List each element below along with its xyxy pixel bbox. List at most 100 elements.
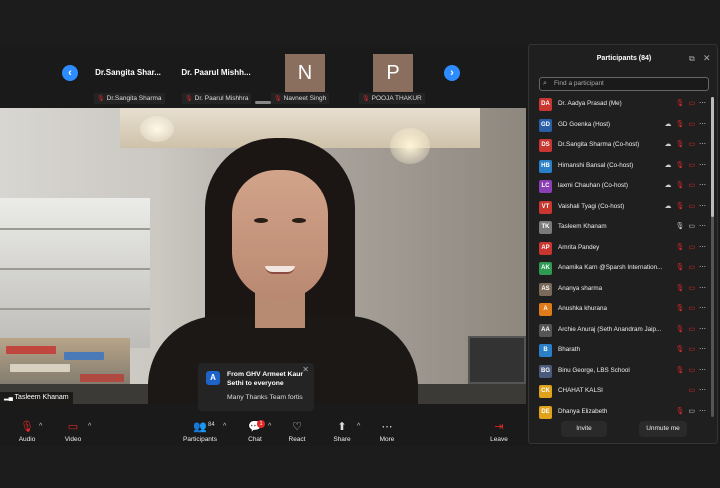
- participants-count: 84: [208, 422, 215, 428]
- more-options-icon[interactable]: ⋯: [699, 100, 706, 107]
- participant-row[interactable]: B Bharath 🎙 ▭ ⋯: [529, 341, 715, 362]
- speaker-video[interactable]: ▂▄ Tasleem Khanam: [0, 108, 526, 404]
- strip-next-button[interactable]: ›: [444, 65, 460, 81]
- participant-name: GD Goenka (Host): [558, 120, 611, 128]
- more-options-icon[interactable]: ⋯: [699, 182, 706, 189]
- more-options-icon[interactable]: ⋯: [699, 141, 706, 148]
- more-options-icon[interactable]: ⋯: [699, 305, 706, 312]
- participant-avatar: BG: [539, 364, 552, 378]
- thumbnail-avatar: N: [285, 54, 325, 92]
- blind-slat: [0, 308, 150, 310]
- audio-label: Audio: [18, 436, 36, 443]
- video-off-icon: ▭: [688, 100, 695, 107]
- leave-label: Leave: [490, 436, 508, 443]
- more-options-icon[interactable]: ⋯: [699, 223, 706, 230]
- thumbnail-name: Dr. Paarul Mishh...: [181, 68, 251, 77]
- participant-row[interactable]: HB Himanshi Bansal (Co-host) ☁ 🎙 ▭ ⋯: [529, 157, 715, 178]
- participant-name: Tasleem Khanam: [558, 223, 607, 230]
- share-button[interactable]: ⬆ Share: [333, 421, 351, 443]
- scrollbar-thumb[interactable]: [711, 97, 714, 217]
- video-off-icon: ▭: [688, 305, 695, 312]
- chat-notification[interactable]: A From GHV Armeet Kaur Sethi to everyone…: [198, 363, 314, 411]
- participant-row[interactable]: TK Tasleem Khanam 🎙 ▭ ⋯: [529, 218, 715, 239]
- thumbnail-label-text: Dr. Paarul Mishhra: [194, 95, 249, 102]
- close-icon[interactable]: ✕: [703, 53, 711, 64]
- participant-name: Archie Anuraj (Seth Anandram Jaip...: [558, 325, 662, 333]
- more-options-icon[interactable]: ⋯: [699, 367, 706, 374]
- mic-muted-icon: 🎙: [675, 243, 685, 251]
- blind-slat: [0, 268, 150, 270]
- video-off-icon: ▭: [688, 387, 695, 394]
- more-icon: ⋯: [381, 421, 393, 433]
- thumbnail-tile[interactable]: N 🎙 Navneet Singh: [265, 52, 345, 104]
- audio-options-caret[interactable]: ^: [39, 423, 42, 430]
- participant-row[interactable]: CK CHAHAT KALSI ▭ ⋯: [529, 382, 715, 403]
- meeting-toolbar: 🎙 Audio ^ ▭ Video ^ 👥 Participants 84 ^ …: [0, 418, 526, 446]
- react-button[interactable]: ♡ React: [288, 421, 306, 443]
- popout-icon[interactable]: ⧉: [689, 54, 695, 64]
- mic-muted-icon: 🎙: [675, 120, 685, 128]
- participant-row[interactable]: DA Dr. Aadya Prasad (Me) 🎙 ▭ ⋯: [529, 95, 715, 116]
- more-options-icon[interactable]: ⋯: [699, 264, 706, 271]
- audio-button[interactable]: 🎙 Audio: [16, 421, 38, 443]
- search-icon: ⌕: [543, 80, 547, 87]
- more-options-icon[interactable]: ⋯: [699, 408, 706, 415]
- more-options-icon[interactable]: ⋯: [699, 285, 706, 292]
- participant-row[interactable]: DE Dhanya Elizabeth 🎙 ▭ ⋯: [529, 403, 715, 424]
- participant-row[interactable]: AS Ananya sharma 🎙 ▭ ⋯: [529, 280, 715, 301]
- chat-sender-avatar: A: [206, 371, 220, 385]
- chat-options-caret[interactable]: ^: [268, 423, 271, 430]
- more-button[interactable]: ⋯ More: [378, 421, 396, 443]
- mic-off-icon: 🎙: [274, 96, 282, 102]
- video-on-icon: ▭: [688, 407, 695, 415]
- participant-name: Anamika Karn @Sparsh Internation...: [558, 264, 663, 271]
- mic-off-icon: 🎙: [97, 96, 105, 102]
- participant-row[interactable]: AK Anamika Karn @Sparsh Internation... 🎙 ▭ ⋯: [529, 259, 715, 280]
- thumbnail-tile[interactable]: Dr.Sangita Shar... 🎙 Dr.Sangita Sharma: [88, 52, 168, 104]
- participant-row[interactable]: VT Vaishali Tyagi (Co-host) ☁ 🎙 ▭ ⋯: [529, 198, 715, 219]
- participant-row[interactable]: AA Archie Anuraj (Seth Anandram Jaip... 🎙 ▭…: [529, 321, 715, 342]
- more-options-icon[interactable]: ⋯: [699, 244, 706, 251]
- video-button[interactable]: ▭ Video: [62, 421, 84, 443]
- participant-status-icons: 🎙 ▭ ⋯: [655, 222, 706, 230]
- strip-prev-button[interactable]: ‹: [62, 65, 78, 81]
- thumbnail-label: 🎙 Dr. Paarul Mishhra: [182, 93, 252, 104]
- person-mouth: [265, 266, 295, 274]
- participant-avatar: AK: [539, 262, 552, 275]
- participant-row[interactable]: GD GD Goenka (Host) ☁ 🎙 ▭ ⋯: [529, 116, 715, 137]
- more-options-icon[interactable]: ⋯: [699, 326, 706, 333]
- more-options-icon[interactable]: ⋯: [699, 203, 706, 210]
- participant-status-icons: ☁ 🎙 ▭ ⋯: [655, 120, 706, 128]
- thumbnail-label-text: Dr.Sangita Sharma: [106, 95, 162, 102]
- participant-row[interactable]: DS Dr.Sangita Sharma (Co-host) ☁ 🎙 ▭ ⋯: [529, 136, 715, 157]
- participants-options-caret[interactable]: ^: [223, 423, 226, 430]
- speaker-name-tag: ▂▄ Tasleem Khanam: [0, 392, 73, 404]
- participant-status-icons: 🎙 ▭ ⋯: [655, 407, 706, 415]
- more-options-icon[interactable]: ⋯: [699, 387, 706, 394]
- mic-muted-icon: 🎙: [675, 182, 685, 189]
- thumbnail-tile[interactable]: Dr. Paarul Mishh... 🎙 Dr. Paarul Mishhra: [176, 52, 256, 104]
- participant-name: Dhanya Elizabeth: [558, 407, 608, 415]
- participant-row[interactable]: AP Amrita Pandey 🎙 ▭ ⋯: [529, 239, 715, 260]
- share-options-caret[interactable]: ^: [357, 423, 360, 430]
- mic-on-icon: 🎙: [675, 223, 685, 230]
- participant-search-input[interactable]: ⌕ Find a participant: [539, 77, 709, 91]
- thumbnail-tile[interactable]: P 🎙 POOJA THAKUR: [353, 52, 433, 104]
- participant-status-icons: 🎙 ▭ ⋯: [655, 345, 706, 353]
- leave-button[interactable]: ⇥ Leave: [490, 421, 508, 443]
- mic-muted-icon: 🎙: [675, 407, 685, 415]
- more-options-icon[interactable]: ⋯: [699, 346, 706, 353]
- video-options-caret[interactable]: ^: [88, 423, 91, 430]
- participant-row[interactable]: BG Binu George, LBS School 🎙 ▭ ⋯: [529, 362, 715, 383]
- close-icon[interactable]: ✕: [302, 365, 309, 374]
- participant-row[interactable]: LC laxmi Chauhan (Co-host) ☁ 🎙 ▭ ⋯: [529, 177, 715, 198]
- strip-resize-handle[interactable]: [255, 101, 271, 104]
- file-binder: [10, 364, 70, 372]
- mic-muted-icon: 🎙: [675, 366, 685, 374]
- mic-muted-icon: 🎙: [675, 202, 685, 210]
- more-options-icon[interactable]: ⋯: [699, 121, 706, 128]
- more-options-icon[interactable]: ⋯: [699, 162, 706, 169]
- participant-row[interactable]: A Anushka khurana 🎙 ▭ ⋯: [529, 300, 715, 321]
- unmute-me-button[interactable]: Unmute me: [639, 421, 687, 437]
- invite-button[interactable]: Invite: [561, 421, 607, 437]
